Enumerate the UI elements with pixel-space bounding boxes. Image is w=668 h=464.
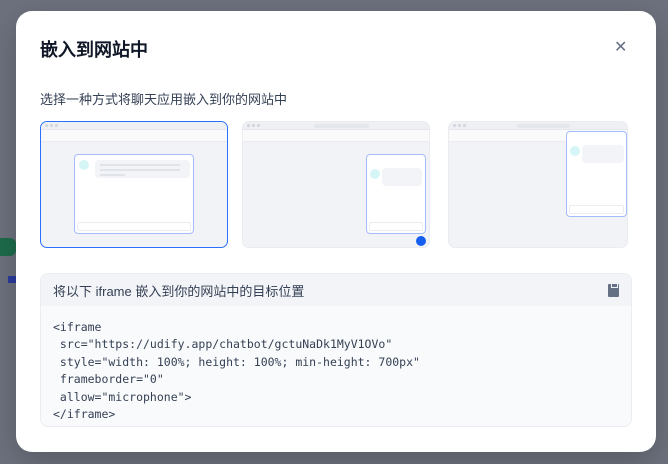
option-chrome-extension[interactable] [448, 121, 628, 248]
option-fullscreen[interactable] [40, 121, 228, 248]
background-folder-icon [8, 276, 16, 283]
embed-dialog: 嵌入到网站中 ✕ 选择一种方式将聊天应用嵌入到你的网站中 将以下 iframe [16, 11, 656, 452]
dialog-subtitle: 选择一种方式将聊天应用嵌入到你的网站中 [40, 92, 288, 107]
clipboard-icon[interactable] [608, 282, 619, 297]
dialog-title: 嵌入到网站中 [40, 40, 148, 60]
background-app-icon [0, 238, 16, 256]
iframe-code: <iframe src="https://udify.app/chatbot/g… [53, 320, 420, 422]
close-icon[interactable]: ✕ [614, 37, 627, 57]
embed-code-block: 将以下 iframe 嵌入到你的网站中的目标位置 <iframe src="ht… [40, 273, 632, 427]
option-bubble-button[interactable] [242, 121, 430, 248]
code-instruction: 将以下 iframe 嵌入到你的网站中的目标位置 [53, 283, 305, 299]
